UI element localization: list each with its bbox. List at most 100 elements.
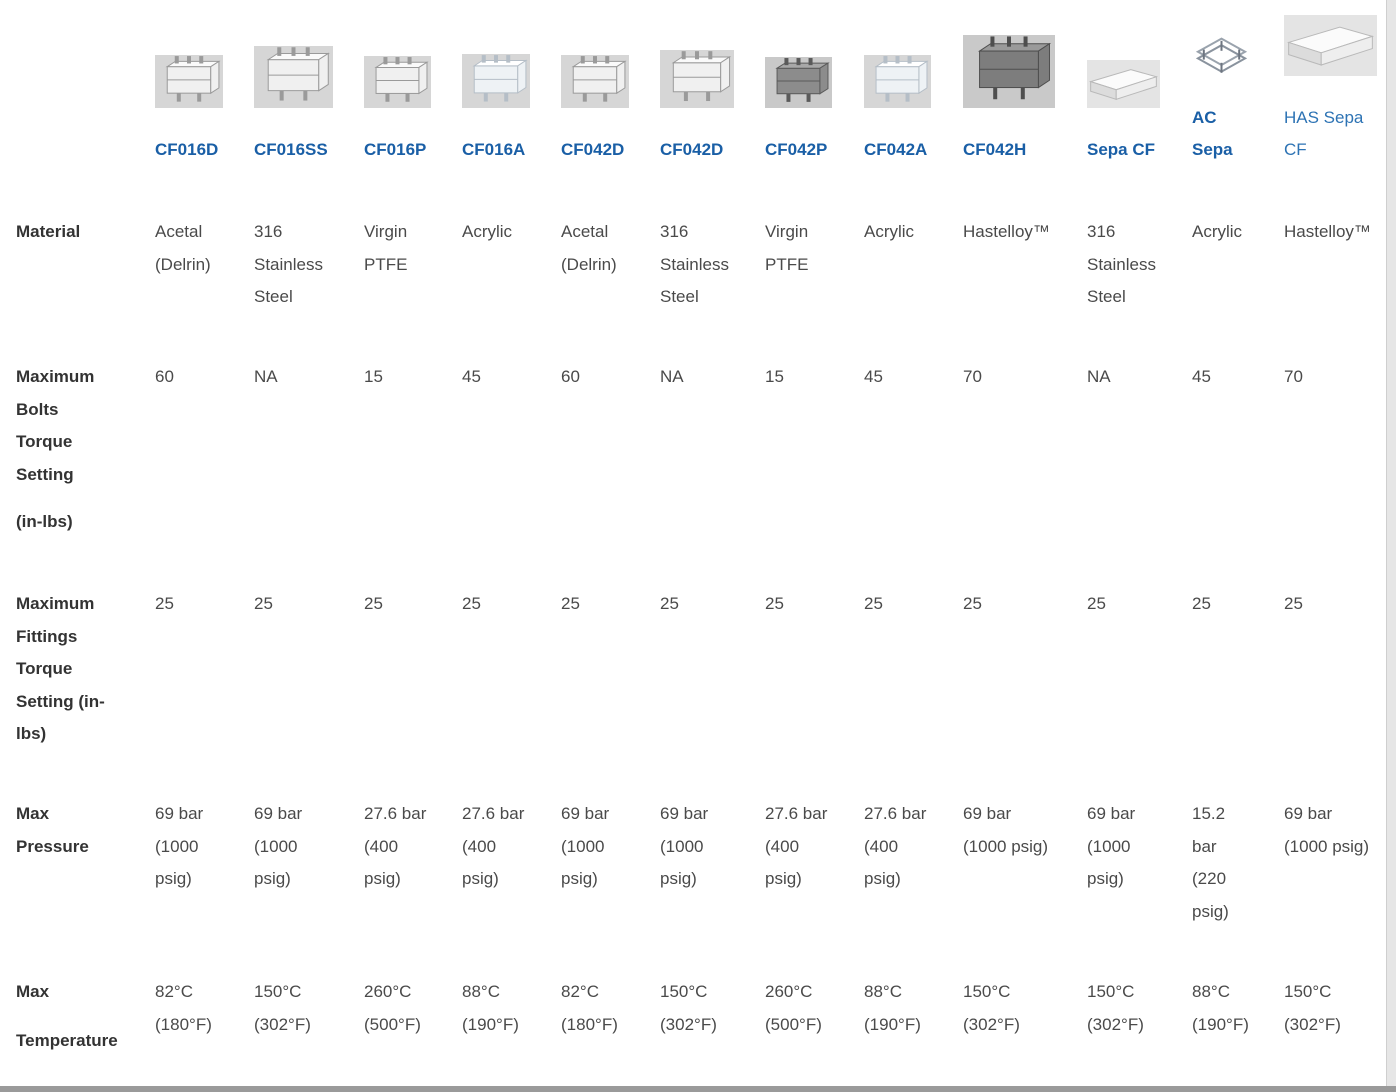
cell-temperature: 88°C (190°F) <box>864 976 921 1041</box>
cell-cf016d-image <box>155 55 223 108</box>
cell-pressure-line: (1000 psig) <box>963 836 1049 856</box>
cell-temperature-line: (500°F) <box>765 1014 822 1034</box>
cell-pressure-line: psig) <box>155 869 192 888</box>
cell-pressure-line: psig) <box>364 869 401 888</box>
product-link[interactable]: AC Sepa <box>1192 102 1233 166</box>
product-link[interactable]: CF042P <box>765 134 827 166</box>
cell-temperature-line: (302°F) <box>963 1014 1020 1034</box>
product-name-line: CF042D <box>660 140 724 159</box>
cell-temperature-line: 82°C <box>561 982 599 1001</box>
cell-temperature-line: (190°F) <box>864 1014 921 1034</box>
cell-fittings-torque: 25 <box>1192 594 1211 613</box>
product-link[interactable]: Sepa CF <box>1087 134 1155 166</box>
cell-fittings-torque: 25 <box>462 594 481 613</box>
cell-temperature: 150°C (302°F) <box>963 976 1020 1041</box>
product-link[interactable]: CF016A <box>462 134 525 166</box>
product-name-line: Sepa CF <box>1087 140 1156 159</box>
cell-material: Acetal (Delrin) <box>155 216 211 281</box>
cell-fittings-torque: 25 <box>864 594 883 613</box>
product-link[interactable]: CF016SS <box>254 134 328 166</box>
cell-temperature: 150°C (302°F) <box>1087 976 1144 1041</box>
cell-temperature-line: (180°F) <box>561 1014 618 1034</box>
cell-pressure-line: psig) <box>1192 901 1229 921</box>
row-label-line: Setting <box>16 464 74 484</box>
product-name-line: CF016A <box>462 140 526 159</box>
cell-pressure-line: 69 bar <box>254 804 303 823</box>
product-link[interactable]: CF042D <box>660 134 723 166</box>
product-name-line: CF042D <box>561 140 625 159</box>
cell-material: Acrylic <box>864 216 914 249</box>
row-label-line: lbs) <box>16 724 47 743</box>
product-link[interactable]: CF016P <box>364 134 426 166</box>
cell-pressure-line: psig) <box>864 869 901 888</box>
cell-pressure-line: 69 bar <box>561 804 610 823</box>
cell-temperature: 88°C (190°F) <box>1192 976 1249 1041</box>
cell-temperature-line: (180°F) <box>155 1014 212 1034</box>
cell-pressure-line: (1000 <box>155 836 199 856</box>
product-name-line: CF042H <box>963 140 1027 159</box>
cell-pressure-line: bar <box>1192 836 1217 856</box>
cell-pressure-line: 27.6 bar <box>364 804 427 823</box>
row-label-unit-text: (in-lbs) <box>16 512 73 531</box>
cell-temperature: 88°C (190°F) <box>462 976 519 1041</box>
cell-material-line: (Delrin) <box>561 254 617 274</box>
cell-fittings-torque: 25 <box>1087 594 1106 613</box>
cell-temperature-line: 82°C <box>155 982 193 1001</box>
cell-fittings-torque: 25 <box>155 594 174 613</box>
product-link[interactable]: CF016D <box>155 134 218 166</box>
cell-pressure-line: 27.6 bar <box>864 804 927 823</box>
cell-pressure: 69 bar (1000 psig) <box>1087 798 1135 896</box>
product-link[interactable]: CF042A <box>864 134 927 166</box>
cell-temperature-line: 88°C <box>1192 982 1230 1001</box>
cell-temperature-line: 260°C <box>364 982 412 1001</box>
product-link[interactable]: HAS Sepa CF <box>1284 102 1363 166</box>
cell-pressure-line: psig) <box>254 869 291 888</box>
cell-material-line: 316 <box>1087 222 1116 241</box>
cell-pressure: 27.6 bar (400 psig) <box>364 798 426 896</box>
product-name-line: CF016SS <box>254 140 328 159</box>
cell-material: Hastelloy™ <box>963 216 1050 249</box>
row-label-temperature: Temperature <box>16 1025 118 1058</box>
cell-pressure-line: 27.6 bar <box>765 804 828 823</box>
product-link[interactable]: CF042D <box>561 134 624 166</box>
cell-temperature-line: (500°F) <box>364 1014 421 1034</box>
cell-temperature: 82°C (180°F) <box>155 976 212 1041</box>
cell-bolts-torque: 70 <box>1284 367 1303 386</box>
cell-temperature-line: (302°F) <box>254 1014 311 1034</box>
row-label-line: Max <box>16 982 50 1001</box>
cell-material-line: (Delrin) <box>155 254 211 274</box>
cell-temperature-line: (190°F) <box>462 1014 519 1034</box>
row-label-line: Bolts <box>16 399 59 419</box>
row-label-line: Torque <box>16 432 73 451</box>
cell-bolts-torque: 15 <box>364 367 383 386</box>
cell-pressure-line: (400 <box>864 836 899 856</box>
cell-bolts-torque: 60 <box>155 367 174 386</box>
cell-fittings-torque: 25 <box>254 594 273 613</box>
cell-material: Acetal (Delrin) <box>561 216 617 281</box>
cell-temperature-line: 150°C <box>660 982 708 1001</box>
row-label-bolts-torque: Maximum Bolts Torque Setting <box>16 361 94 491</box>
cell-material-line: Steel <box>1087 287 1126 306</box>
cell-pressure: 27.6 bar (400 psig) <box>864 798 926 896</box>
cell-material-line: Steel <box>254 287 293 306</box>
cell-pressure-line: (1000 <box>660 836 704 856</box>
product-link[interactable]: CF042H <box>963 134 1026 166</box>
cell-temperature-line: 150°C <box>254 982 302 1001</box>
cell-pressure: 69 bar (1000 psig) <box>1284 798 1369 863</box>
cell-material-line: 316 <box>254 222 283 241</box>
cell-material: 316 Stainless Steel <box>254 216 323 314</box>
cell-bolts-torque: NA <box>254 367 278 386</box>
cell-pressure: 69 bar (1000 psig) <box>963 798 1048 863</box>
cell-pressure: 69 bar (1000 psig) <box>254 798 302 896</box>
cell-temperature-line: (190°F) <box>1192 1014 1249 1034</box>
row-label-fittings-torque: Maximum Fittings Torque Setting (in- lbs… <box>16 588 105 751</box>
cell-pressure-line: 15.2 <box>1192 804 1226 823</box>
row-label-line: Pressure <box>16 836 89 856</box>
product-name-line: CF016D <box>155 140 219 159</box>
cell-material: 316 Stainless Steel <box>1087 216 1156 314</box>
cell-cf016p-image <box>364 56 431 108</box>
cell-pressure-line: (1000 <box>1087 836 1131 856</box>
cell-pressure-line: psig) <box>1087 869 1124 888</box>
cell-material-line: PTFE <box>765 254 809 274</box>
cell-pressure-line: 69 bar <box>1087 804 1136 823</box>
